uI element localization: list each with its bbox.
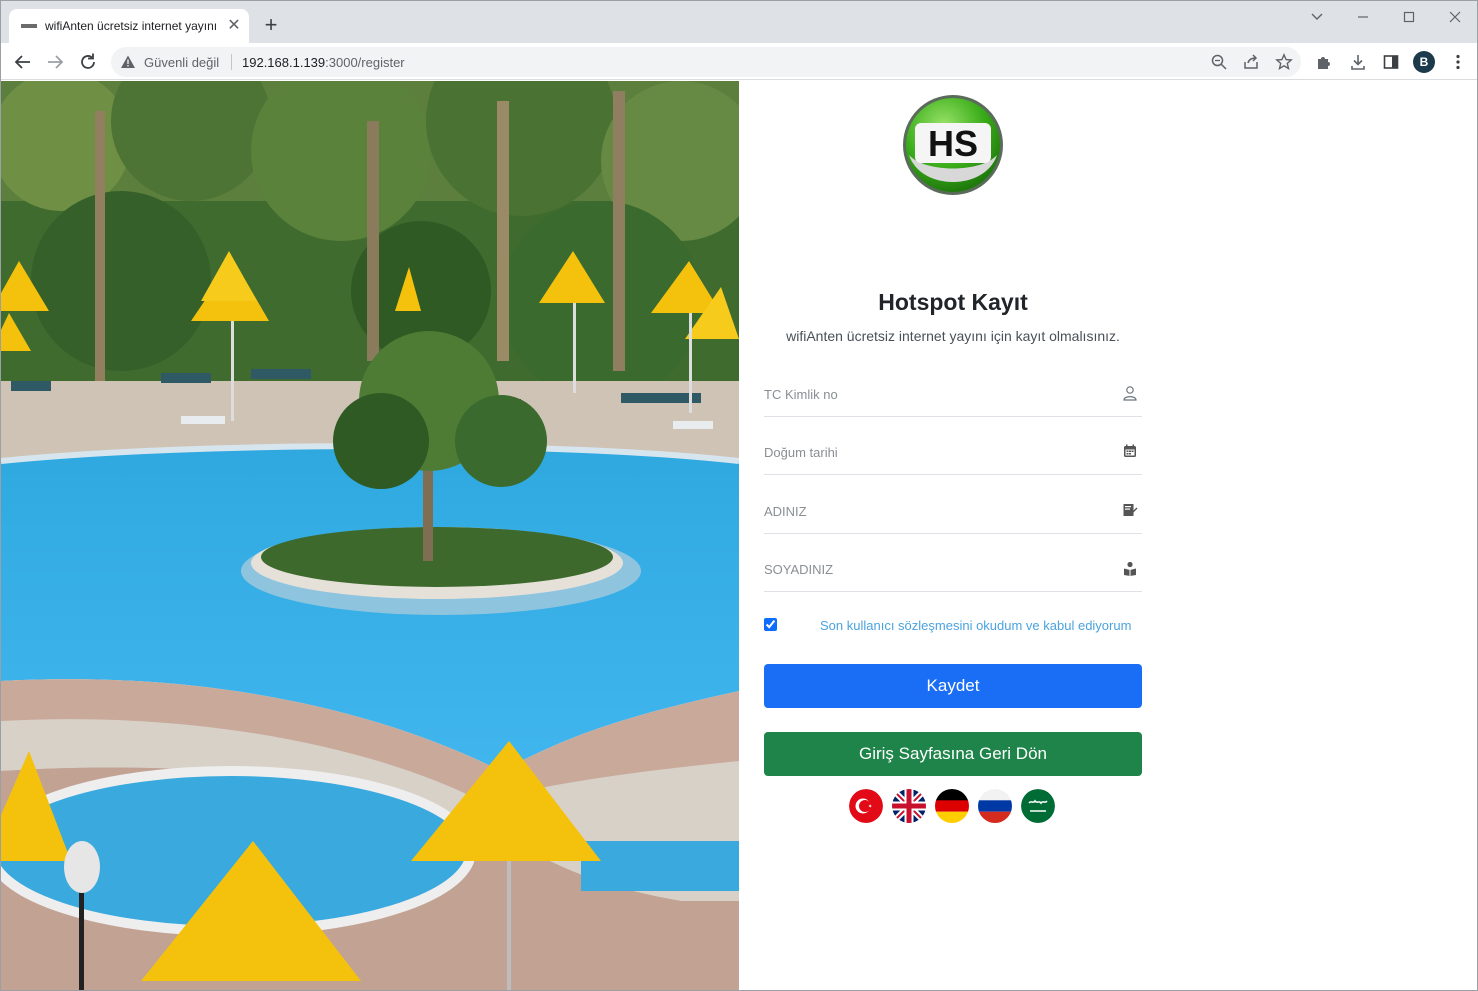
soyadiniz-field <box>764 548 1142 592</box>
page-viewport: HS Hotspot Kayıt wifiAnten ücretsiz inte… <box>1 81 1477 990</box>
tab-search-icon[interactable] <box>1303 7 1331 27</box>
flag-tr-icon[interactable] <box>849 789 883 823</box>
language-flags <box>849 789 1059 825</box>
new-tab-icon[interactable]: + <box>259 13 283 37</box>
minimize-icon[interactable] <box>1349 7 1377 27</box>
signature-icon <box>1122 502 1138 518</box>
id-icon <box>1122 560 1138 576</box>
page-subtitle: wifiAnten ücretsiz internet yayını için … <box>786 328 1120 344</box>
tab-strip: wifiAnten ücretsiz internet yayını ✕ + <box>1 1 1477 43</box>
menu-dots-icon[interactable] <box>1449 53 1467 71</box>
security-label[interactable]: Güvenli değil <box>144 55 219 70</box>
tab-title: wifiAnten ücretsiz internet yayını <box>45 19 218 33</box>
warning-icon[interactable] <box>120 54 136 70</box>
url-path: :3000/register <box>325 55 405 70</box>
tc-kimlik-field <box>764 373 1142 417</box>
omnibox-divider <box>231 54 232 70</box>
terms-link[interactable]: Son kullanıcı sözleşmesini okudum ve kab… <box>820 618 1131 633</box>
side-panel-icon[interactable] <box>1382 53 1400 71</box>
site-favicon-icon <box>21 24 37 28</box>
reload-icon[interactable] <box>76 50 100 74</box>
soyadiniz-input[interactable] <box>764 548 1104 590</box>
adiniz-input[interactable] <box>764 490 1104 532</box>
kaydet-button[interactable]: Kaydet <box>764 664 1142 708</box>
adiniz-field <box>764 490 1142 534</box>
pool-resort-illustration <box>1 81 739 990</box>
back-to-login-button[interactable]: Giriş Sayfasına Geri Dön <box>764 732 1142 776</box>
close-window-icon[interactable] <box>1441 7 1469 27</box>
flag-ru-icon[interactable] <box>978 789 1012 823</box>
forward-arrow-icon[interactable] <box>43 50 67 74</box>
calendar-icon <box>1122 443 1138 459</box>
hs-logo: HS <box>903 95 1003 195</box>
flag-de-icon[interactable] <box>935 789 969 823</box>
terms-row: Son kullanıcı sözleşmesini okudum ve kab… <box>764 617 1154 637</box>
address-bar[interactable]: Güvenli değil 192.168.1.139:3000/registe… <box>111 47 1301 77</box>
share-icon[interactable] <box>1242 53 1260 71</box>
flag-en-icon[interactable] <box>892 789 926 823</box>
extensions-puzzle-icon[interactable] <box>1315 53 1333 71</box>
close-tab-icon[interactable]: ✕ <box>225 17 243 35</box>
flag-ar-icon[interactable] <box>1021 789 1055 823</box>
url-text[interactable]: 192.168.1.139:3000/register <box>242 55 405 70</box>
active-tab[interactable]: wifiAnten ücretsiz internet yayını ✕ <box>9 9 249 43</box>
dogum-tarihi-input[interactable] <box>764 431 1104 473</box>
user-icon <box>1122 385 1138 401</box>
profile-avatar[interactable]: B <box>1413 51 1435 73</box>
dogum-tarihi-field <box>764 431 1142 475</box>
download-icon[interactable] <box>1349 53 1367 71</box>
page-title: Hotspot Kayıt <box>878 289 1028 315</box>
maximize-icon[interactable] <box>1395 7 1423 27</box>
url-host: 192.168.1.139 <box>242 55 326 70</box>
register-panel: HS Hotspot Kayıt wifiAnten ücretsiz inte… <box>739 81 1477 990</box>
terms-checkbox[interactable] <box>764 618 777 631</box>
tc-kimlik-input[interactable] <box>764 373 1104 415</box>
zoom-icon[interactable] <box>1210 53 1228 71</box>
logo-text: HS <box>928 123 978 164</box>
register-form: HS Hotspot Kayıt wifiAnten ücretsiz inte… <box>739 81 1167 990</box>
browser-window: wifiAnten ücretsiz internet yayını ✕ + G… <box>0 0 1478 991</box>
pool-resort-image <box>1 81 739 990</box>
bookmark-star-icon[interactable] <box>1275 53 1293 71</box>
back-arrow-icon[interactable] <box>11 50 35 74</box>
browser-toolbar: Güvenli değil 192.168.1.139:3000/registe… <box>1 43 1477 80</box>
